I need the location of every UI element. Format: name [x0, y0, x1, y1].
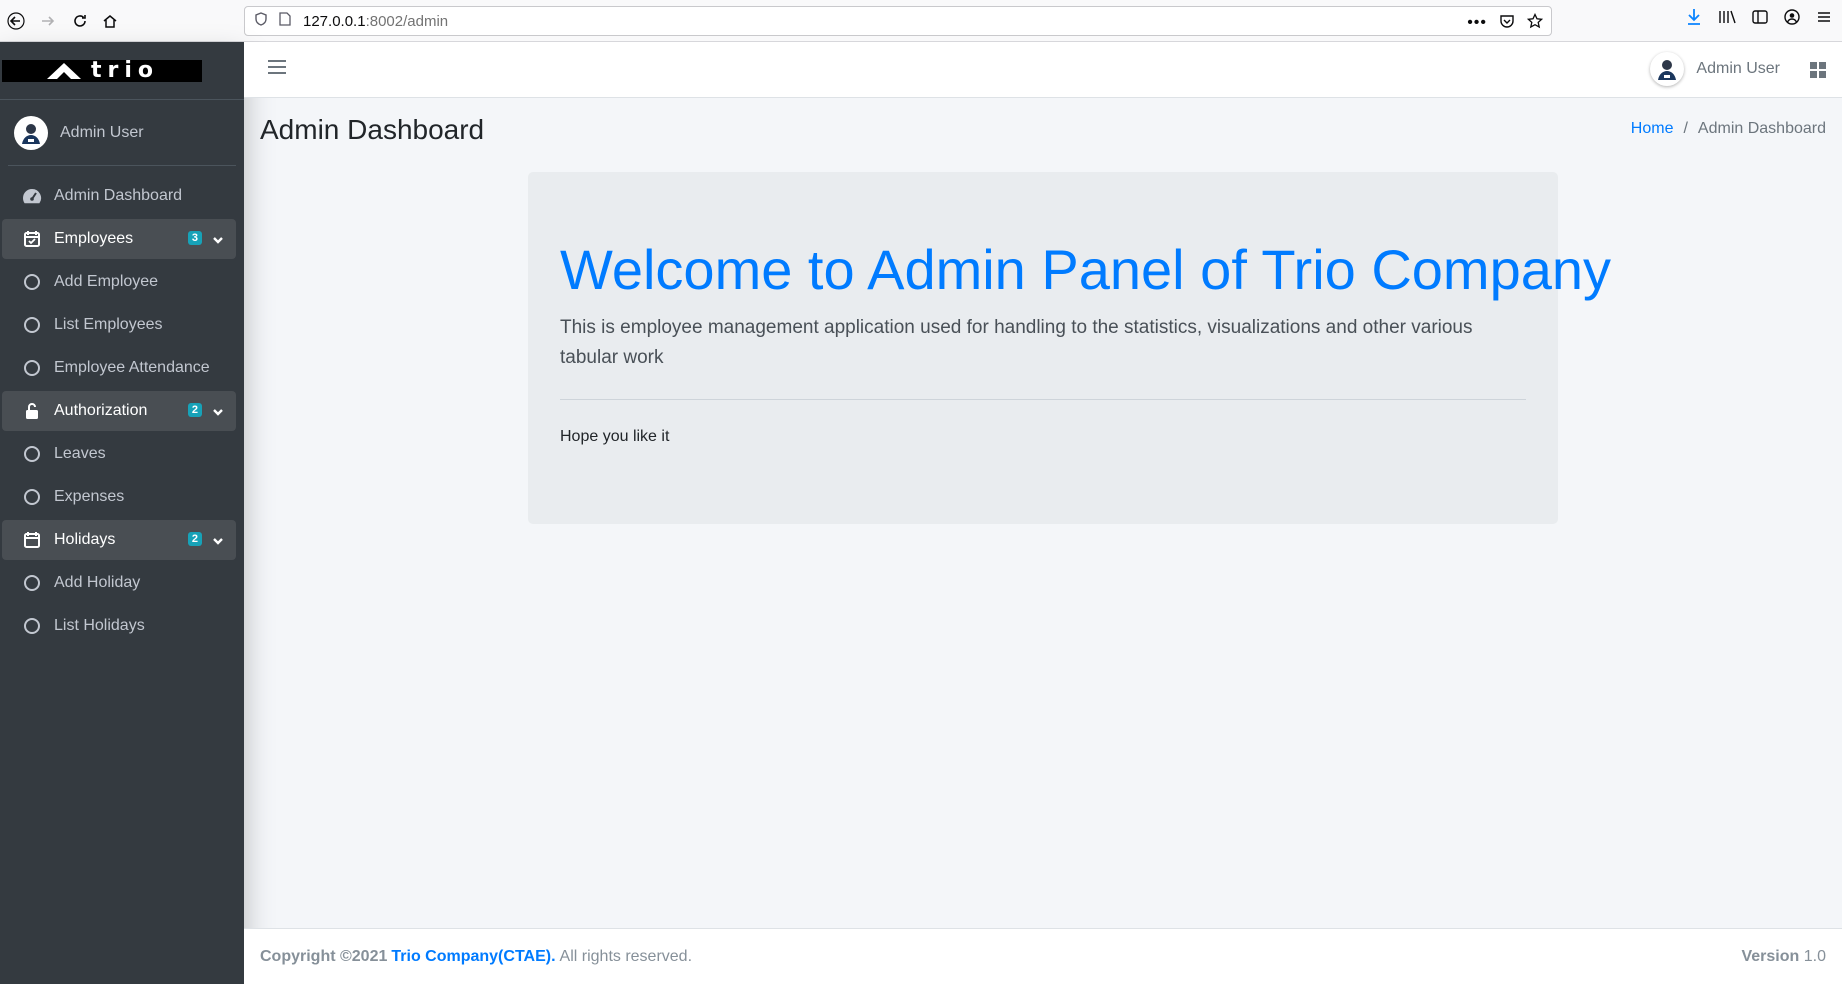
circle-icon [22, 616, 42, 636]
welcome-text: Hope you like it [560, 428, 670, 446]
brand-link[interactable]: trio [0, 42, 244, 100]
sidebar-item-label: Admin Dashboard [54, 187, 183, 204]
circle-icon [22, 487, 42, 507]
breadcrumb-home-link[interactable]: Home [1631, 120, 1674, 138]
main-footer: Copyright ©2021 Trio Company(CTAE). All … [244, 928, 1842, 984]
sidebar-item-label: Holidays [54, 531, 116, 548]
page-title: Admin Dashboard [260, 114, 485, 145]
count-badge: 2 [187, 532, 202, 546]
footer-company-link[interactable]: Trio Company(CTAE). [391, 948, 555, 966]
sidebar-item-leaves[interactable]: Leaves [2, 434, 236, 474]
breadcrumb: Home / Admin Dashboard [1631, 120, 1826, 138]
sidebar-item-label: List Holidays [54, 617, 145, 634]
welcome-lead: This is employee management application … [560, 317, 1473, 369]
avatar [14, 115, 48, 150]
sidebar-item-label: Expenses [54, 488, 125, 505]
user-avatar-icon [1658, 60, 1677, 80]
count-badge: 2 [187, 403, 202, 417]
sidebar-item-add-holiday[interactable]: Add Holiday [2, 563, 236, 603]
sidebar-nav: Admin Dashboard Employees 3 Add Employee… [0, 166, 244, 646]
sidebar-item-label: Employees [54, 230, 134, 247]
sidebar-item-label: Add Holiday [54, 574, 141, 591]
footer-version-label: Version [1741, 947, 1800, 965]
home-icon[interactable] [96, 7, 124, 35]
url-host: 127.0.0.1 [303, 12, 366, 30]
footer-version: Version 1.0 [1741, 948, 1826, 966]
forward-icon[interactable] [34, 7, 62, 35]
header-user-name: Admin User [1696, 60, 1780, 77]
chevron-down-icon [212, 404, 224, 422]
sidebar-item-holidays[interactable]: Holidays 2 [2, 520, 236, 560]
bookmark-star-icon[interactable] [1526, 12, 1544, 33]
welcome-title: Welcome to Admin Panel of Trio Company [560, 238, 1612, 301]
footer-rights: All rights reserved. [559, 947, 693, 965]
url-text: 127.0.0.1:8002/admin [303, 13, 448, 30]
main-sidebar: trio Admin User Admin Dashboard Employee… [0, 42, 244, 984]
chevron-down-icon [212, 232, 224, 250]
back-icon[interactable] [2, 7, 30, 35]
reload-icon[interactable] [66, 7, 94, 35]
sidebar-item-employees[interactable]: Employees 3 [2, 219, 236, 259]
browser-toolbar: 127.0.0.1:8002/admin ••• [0, 0, 1842, 42]
sidebar-item-label: Add Employee [54, 273, 159, 290]
sidebar-user-panel[interactable]: Admin User [8, 100, 236, 166]
sidebar-item-list-employees[interactable]: List Employees [2, 305, 236, 345]
library-icon[interactable] [1718, 9, 1736, 30]
sidebar-item-employee-attendance[interactable]: Employee Attendance [2, 348, 236, 388]
count-badge: 3 [187, 231, 202, 245]
download-icon[interactable] [1686, 8, 1702, 31]
sidebar-item-label: Employee Attendance [54, 359, 210, 376]
circle-icon [22, 358, 42, 378]
sidebar-item-add-employee[interactable]: Add Employee [2, 262, 236, 302]
sidebar-user-name: Admin User [60, 123, 144, 141]
page-icon [279, 12, 291, 30]
sidebar-item-label: Leaves [54, 445, 106, 462]
url-path: :8002/admin [365, 12, 449, 30]
brand-triangle-icon [46, 62, 81, 79]
menu-icon[interactable] [1816, 9, 1832, 30]
calendar-check-icon [22, 229, 42, 249]
sidebar-item-list-holidays[interactable]: List Holidays [2, 606, 236, 646]
sidebar-item-authorization[interactable]: Authorization 2 [2, 391, 236, 431]
circle-icon [22, 573, 42, 593]
brand-logo: trio [2, 58, 202, 83]
footer-copyright: Copyright ©2021 [260, 947, 388, 965]
sidebar-item-label: List Employees [54, 316, 163, 333]
more-actions-icon[interactable]: ••• [1467, 14, 1487, 32]
account-icon[interactable] [1784, 9, 1800, 30]
welcome-jumbotron: Welcome to Admin Panel of Trio Company T… [528, 172, 1612, 524]
apps-grid-icon[interactable] [1810, 62, 1826, 78]
chevron-down-icon [212, 533, 224, 551]
sidebar-item-expenses[interactable]: Expenses [2, 477, 236, 517]
breadcrumb-current: Admin Dashboard [1697, 120, 1826, 137]
footer-version-value: 1.0 [1803, 947, 1826, 965]
user-avatar-icon [22, 123, 40, 144]
avatar [1650, 52, 1685, 86]
main-header: Admin User [244, 42, 1842, 98]
breadcrumb-separator: / [1683, 120, 1688, 137]
url-bar[interactable]: 127.0.0.1:8002/admin ••• [244, 6, 1552, 36]
tachometer-icon [22, 186, 42, 206]
header-user-menu[interactable]: Admin User [1650, 52, 1780, 86]
circle-icon [22, 272, 42, 292]
sidebar-toggle-icon[interactable] [1752, 9, 1768, 30]
circle-icon [22, 315, 42, 335]
brand-text: trio [90, 58, 160, 83]
unlock-icon [22, 401, 42, 421]
divider [560, 399, 1526, 401]
sidebar-item-admin-dashboard[interactable]: Admin Dashboard [2, 176, 236, 216]
hamburger-menu-icon[interactable] [268, 60, 286, 78]
circle-icon [22, 444, 42, 464]
pocket-icon[interactable] [1499, 13, 1515, 33]
calendar-icon [22, 530, 42, 550]
shield-icon [255, 12, 267, 30]
sidebar-item-label: Authorization [54, 402, 148, 419]
